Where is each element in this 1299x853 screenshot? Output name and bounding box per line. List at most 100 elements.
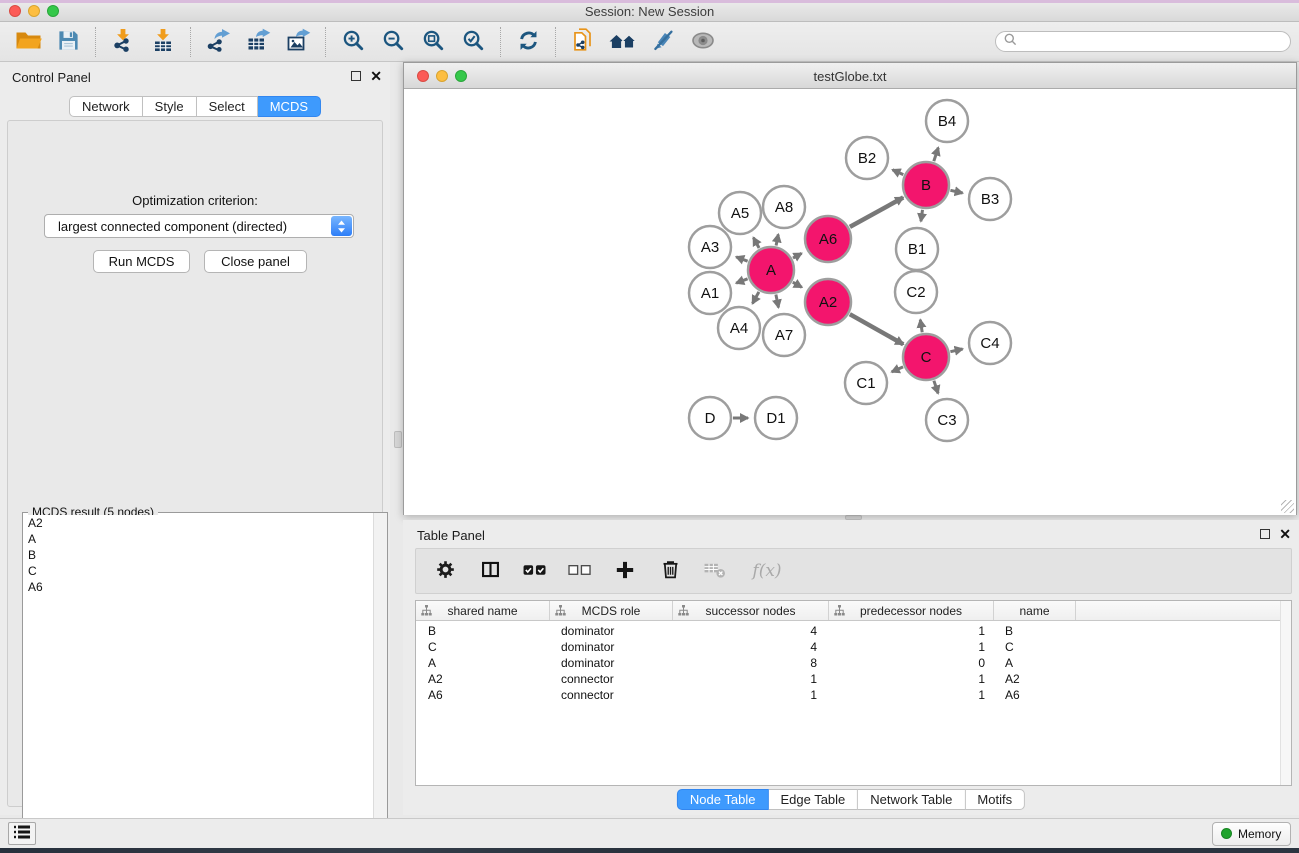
optimization-criterion-select[interactable]: largest connected component (directed) [44,214,354,238]
result-item[interactable]: C [24,563,372,579]
show-columns-button[interactable] [475,556,505,586]
tab-mcds[interactable]: MCDS [258,96,321,117]
close-panel-icon[interactable]: ✕ [370,70,382,82]
column-type-icon [555,605,566,616]
tab-style[interactable]: Style [143,96,197,117]
memory-button[interactable]: Memory [1212,822,1291,846]
cell: 1 [829,623,994,639]
table-row[interactable]: Cdominator41C [416,639,1291,655]
column-header-name[interactable]: name [994,601,1076,620]
control-panel-title: Control Panel [12,70,91,85]
graph-node-label: A7 [775,327,793,344]
mcds-result-list: A2ABCA6 [24,515,372,853]
tab-edge-table[interactable]: Edge Table [768,789,858,810]
function-builder-button[interactable]: f(x) [745,556,789,586]
eye-icon [690,29,716,55]
graph-edge-B-B2 [893,170,904,175]
result-scrollbar[interactable] [373,513,387,853]
result-item[interactable]: A6 [24,579,372,595]
search-input[interactable] [1022,34,1282,49]
close-table-panel-icon[interactable]: ✕ [1279,528,1291,540]
refresh-layout-button[interactable] [508,25,548,58]
table-row[interactable]: Adominator80A [416,655,1291,671]
export-network-button[interactable] [198,25,238,58]
screen-edge [0,0,1299,3]
column-header-MCDS-role[interactable]: MCDS role [550,601,673,620]
column-header-successor-nodes[interactable]: successor nodes [673,601,829,620]
tab-network-table[interactable]: Network Table [858,789,965,810]
refresh-icon [517,29,540,55]
zoom-fit-button[interactable] [413,25,453,58]
zoom-out-button[interactable] [373,25,413,58]
float-table-panel-icon[interactable] [1260,529,1270,539]
export-table-button[interactable] [238,25,278,58]
float-panel-icon[interactable] [351,71,361,81]
column-header-shared-name[interactable]: shared name [416,601,550,620]
column-type-icon [421,605,432,616]
close-panel-button[interactable]: Close panel [204,250,307,273]
delete-table-button[interactable] [700,556,730,586]
tab-network[interactable]: Network [69,96,143,117]
deselect-all-columns-button[interactable] [565,556,595,586]
network-window-titlebar[interactable]: testGlobe.txt [404,63,1296,89]
control-panel-header: Control Panel ✕ [0,62,390,92]
column-header-predecessor-nodes[interactable]: predecessor nodes [829,601,994,620]
hide-annotations-button[interactable] [643,25,683,58]
graph-edge-C-C1 [892,367,903,372]
cell: dominator [550,655,673,671]
list-icon [14,825,30,842]
floppy-disk-icon [57,29,80,55]
tab-select[interactable]: Select [197,96,258,117]
table-row[interactable]: Bdominator41B [416,623,1291,639]
import-table-button[interactable] [143,25,183,58]
open-session-button[interactable] [8,25,48,58]
tab-motifs[interactable]: Motifs [965,789,1025,810]
create-column-button[interactable] [610,556,640,586]
search-box[interactable] [995,31,1291,52]
network-view-window: testGlobe.txt B4B2BB3A5A8A6A3B1AC2A1A2A4… [403,62,1297,515]
export-network-icon [206,28,231,55]
table-panel: Table Panel ✕ f(x) shared nameMCDS roles… [403,520,1299,815]
tab-node-table[interactable]: Node Table [677,789,769,810]
show-graphics-button[interactable] [683,25,723,58]
zoom-in-button[interactable] [333,25,373,58]
run-mcds-button[interactable]: Run MCDS [93,250,190,273]
graph-node-label: B4 [938,113,956,130]
zoom-in-icon [342,29,365,55]
save-session-button[interactable] [48,25,88,58]
export-image-icon [286,28,311,55]
panel-list-button[interactable] [8,822,36,845]
table-row[interactable]: A6connector11A6 [416,687,1291,703]
network-window-title: testGlobe.txt [404,69,1296,84]
network-canvas[interactable]: B4B2BB3A5A8A6A3B1AC2A1A2A4A7C4CC1C3DD1 [404,89,1296,515]
import-network-icon [111,28,135,55]
home-button[interactable] [603,25,643,58]
pen-slash-icon [652,29,675,55]
toolbar-separator [95,27,96,57]
select-all-columns-button[interactable] [520,556,550,586]
toolbar-separator [500,27,501,57]
clone-network-button[interactable] [563,25,603,58]
graph-edge-A-A1 [736,279,747,283]
import-network-button[interactable] [103,25,143,58]
control-panel-tabs: NetworkStyleSelectMCDS [69,96,321,117]
result-item[interactable]: A [24,531,372,547]
export-image-button[interactable] [278,25,318,58]
table-settings-button[interactable] [430,556,460,586]
result-item[interactable]: A2 [24,515,372,531]
zoom-selected-button[interactable] [453,25,493,58]
cell: C [416,639,550,655]
result-item[interactable]: B [24,547,372,563]
graph-node-label: C3 [937,412,956,429]
graph-edge-B-B4 [934,148,939,162]
window-resize-grip[interactable] [1281,500,1294,513]
split-pane-handle-vertical[interactable] [394,431,402,448]
table-scrollbar[interactable] [1280,601,1291,785]
delete-column-button[interactable] [655,556,685,586]
table-row[interactable]: A2connector11A2 [416,671,1291,687]
trash-icon [660,559,681,583]
node-table-body: Bdominator41BCdominator41CAdominator80AA… [416,623,1291,703]
graph-node-label: A5 [731,205,749,222]
graph-edge-A-A6 [793,253,802,258]
graph-edge-A-A2 [793,282,802,287]
